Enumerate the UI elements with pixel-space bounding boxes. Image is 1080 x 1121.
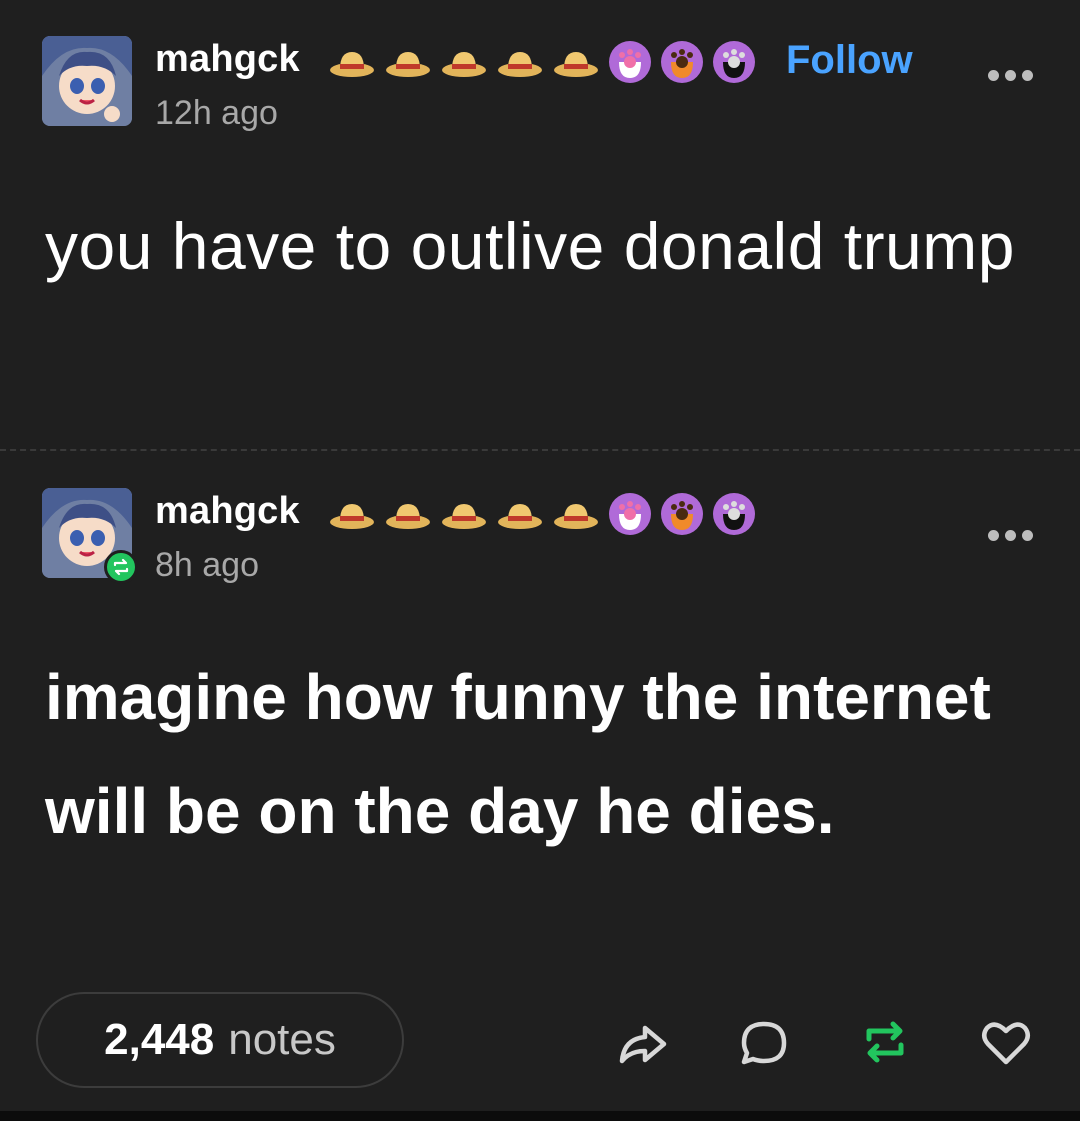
- post-text: imagine how funny the internet will be o…: [45, 661, 991, 847]
- black-paw-icon: [713, 41, 755, 83]
- badge-row: [328, 40, 756, 84]
- like-icon[interactable]: [976, 1012, 1036, 1072]
- straw-hat-icon: [554, 52, 598, 77]
- more-options-button[interactable]: [988, 520, 1040, 550]
- reblog-icon[interactable]: [855, 1012, 915, 1072]
- more-options-button[interactable]: [988, 60, 1040, 90]
- dot-icon: [988, 69, 999, 81]
- black-paw-icon: [713, 493, 755, 535]
- dot-icon: [988, 529, 999, 541]
- straw-hat-icon: [330, 504, 374, 529]
- dot-icon: [1005, 529, 1016, 541]
- pink-paw-icon: [609, 493, 651, 535]
- post-timestamp: 12h ago: [155, 94, 278, 132]
- straw-hat-icon: [386, 504, 430, 529]
- bottom-edge: [0, 1111, 1080, 1121]
- straw-hat-icon: [386, 52, 430, 77]
- notes-button[interactable]: 2,448 notes: [36, 992, 404, 1088]
- orange-paw-icon: [661, 41, 703, 83]
- straw-hat-icon: [442, 504, 486, 529]
- post-timestamp: 8h ago: [155, 546, 259, 584]
- original-post: mahgck Follow 12h ago you have to outliv…: [0, 0, 1080, 450]
- username[interactable]: mahgck: [155, 490, 300, 533]
- post-text: you have to outlive donald trump: [45, 209, 1015, 283]
- straw-hat-icon: [498, 504, 542, 529]
- reblog-icon: [113, 558, 129, 576]
- reply-icon[interactable]: [734, 1012, 794, 1072]
- avatar[interactable]: [42, 36, 132, 126]
- notes-count: 2,448: [104, 1015, 215, 1064]
- share-icon[interactable]: [612, 1012, 672, 1072]
- username[interactable]: mahgck: [155, 38, 300, 81]
- orange-paw-icon: [661, 493, 703, 535]
- dot-icon: [1022, 529, 1033, 541]
- straw-hat-icon: [330, 52, 374, 77]
- straw-hat-icon: [442, 52, 486, 77]
- post-divider: [0, 449, 1080, 451]
- pink-paw-icon: [609, 41, 651, 83]
- dot-icon: [1022, 69, 1033, 81]
- straw-hat-icon: [498, 52, 542, 77]
- reblog-badge: [104, 550, 138, 584]
- badge-row: [328, 492, 756, 536]
- dot-icon: [1005, 69, 1016, 81]
- follow-button[interactable]: Follow: [786, 38, 913, 83]
- notes-label: notes: [228, 1015, 336, 1064]
- straw-hat-icon: [554, 504, 598, 529]
